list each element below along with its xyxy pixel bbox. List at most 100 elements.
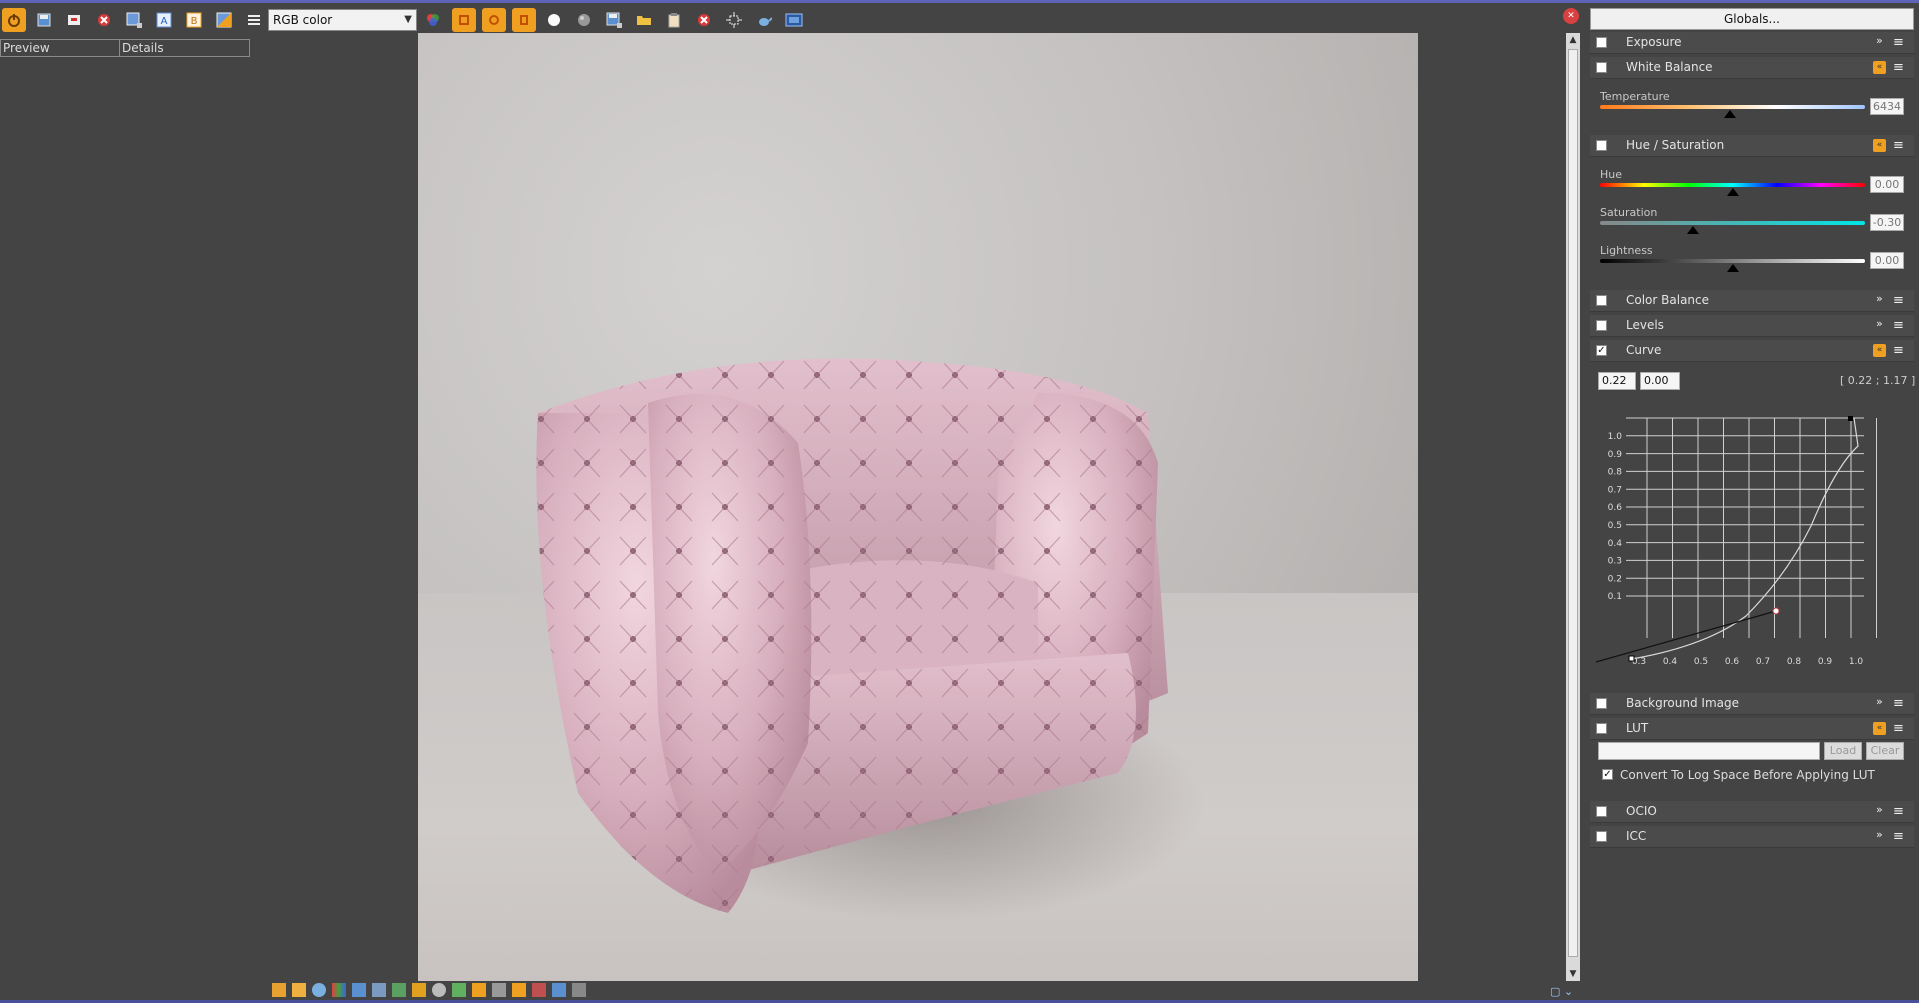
ocio-checkbox[interactable] <box>1596 806 1607 817</box>
section-exposure[interactable]: Exposure » ≡ <box>1590 32 1914 54</box>
menu-icon[interactable]: ≡ <box>1893 696 1904 711</box>
lightness-value-field[interactable]: 0.00 <box>1870 252 1904 269</box>
menu-icon[interactable]: ≡ <box>1893 293 1904 308</box>
history-icon[interactable] <box>292 983 306 997</box>
curve-checkbox[interactable]: ✓ <box>1596 345 1607 356</box>
fit-view-icon[interactable] <box>572 983 586 997</box>
b-icon[interactable]: B <box>182 8 206 32</box>
lut-load-button[interactable]: Load <box>1824 742 1862 760</box>
stop-icon[interactable] <box>692 8 716 32</box>
log-space-checkbox[interactable]: ✓ <box>1602 769 1613 780</box>
film-strip-icon[interactable] <box>272 983 286 997</box>
section-curve[interactable]: ✓ Curve « ≡ <box>1590 340 1914 362</box>
render-icon[interactable] <box>512 8 536 32</box>
saturation-value-field[interactable]: -0.30 <box>1870 214 1904 231</box>
section-color-balance[interactable]: Color Balance » ≡ <box>1590 290 1914 312</box>
expand-icon[interactable]: » <box>1876 695 1883 708</box>
collapse-icon[interactable]: « <box>1873 344 1886 357</box>
region-render-icon[interactable] <box>722 8 746 32</box>
color-balance-checkbox[interactable] <box>1596 295 1607 306</box>
levels-checkbox[interactable] <box>1596 320 1607 331</box>
background-image-checkbox[interactable] <box>1596 698 1607 709</box>
section-lut[interactable]: LUT « ≡ <box>1590 718 1914 740</box>
temperature-slider-handle[interactable] <box>1723 110 1736 118</box>
section-levels[interactable]: Levels » ≡ <box>1590 315 1914 337</box>
ab-split-icon[interactable] <box>512 983 526 997</box>
menu-icon[interactable]: ≡ <box>1893 60 1904 75</box>
compare-icon[interactable] <box>472 983 486 997</box>
corner-toggle-icon[interactable]: ▢ ⌄ <box>1550 985 1573 998</box>
saturation-slider-track[interactable] <box>1600 221 1865 225</box>
temperature-value-field[interactable]: 6434 <box>1870 98 1904 115</box>
region-icon[interactable] <box>122 8 146 32</box>
link-icon[interactable] <box>482 8 506 32</box>
copy-icon[interactable] <box>62 8 86 32</box>
menu-icon[interactable]: ≡ <box>1893 35 1904 50</box>
expand-icon[interactable]: » <box>1876 828 1883 841</box>
section-hue-saturation[interactable]: Hue / Saturation « ≡ <box>1590 135 1914 157</box>
levels-icon[interactable] <box>372 983 386 997</box>
teapot-icon[interactable] <box>752 8 776 32</box>
collapse-icon[interactable]: « <box>1873 139 1886 152</box>
menu-icon[interactable]: ≡ <box>1893 804 1904 819</box>
collapse-icon[interactable]: « <box>1873 722 1886 735</box>
white-balance-checkbox[interactable] <box>1596 62 1607 73</box>
hue-value-field[interactable]: 0.00 <box>1870 176 1904 193</box>
section-ocio[interactable]: OCIO » ≡ <box>1590 801 1914 823</box>
expand-icon[interactable]: » <box>1876 803 1883 816</box>
a-icon[interactable]: A <box>152 8 176 32</box>
lightness-slider-handle[interactable] <box>1726 264 1739 272</box>
curve-control-point[interactable] <box>1772 607 1780 615</box>
curve-point-start[interactable] <box>1628 655 1635 662</box>
exposure-checkbox[interactable] <box>1596 37 1607 48</box>
power-icon[interactable] <box>2 8 26 32</box>
color-corrections-icon[interactable] <box>421 8 445 32</box>
section-white-balance[interactable]: White Balance « ≡ <box>1590 57 1914 79</box>
lut-clear-button[interactable]: Clear <box>1866 742 1904 760</box>
close-render-icon[interactable]: ✕ <box>1563 8 1579 24</box>
menu-icon[interactable]: ≡ <box>1893 343 1904 358</box>
save-image-icon[interactable] <box>602 8 626 32</box>
lightness-slider-track[interactable] <box>1600 259 1865 263</box>
menu-icon[interactable] <box>242 8 266 32</box>
open-folder-icon[interactable] <box>632 8 656 32</box>
ab-compare-icon[interactable] <box>212 8 236 32</box>
menu-icon[interactable]: ≡ <box>1893 721 1904 736</box>
curve-line[interactable] <box>1631 417 1859 660</box>
lens-effects-icon[interactable] <box>392 983 406 997</box>
globals-button[interactable]: Globals... <box>1590 8 1914 30</box>
expand-icon[interactable]: » <box>1876 292 1883 305</box>
lut-file-input[interactable] <box>1598 742 1820 760</box>
clear-icon[interactable] <box>92 8 116 32</box>
collapse-icon[interactable]: « <box>1873 61 1886 74</box>
vertical-split-icon[interactable] <box>552 983 566 997</box>
expand-icon[interactable]: » <box>1876 317 1883 330</box>
track-mouse-icon[interactable] <box>452 8 476 32</box>
temperature-slider-track[interactable] <box>1600 105 1865 109</box>
hue-slider-handle[interactable] <box>1726 188 1739 196</box>
distribute-icon[interactable] <box>492 983 506 997</box>
menu-icon[interactable]: ≡ <box>1893 829 1904 844</box>
expand-icon[interactable]: » <box>1876 34 1883 47</box>
curve-x-input[interactable]: 0.22 <box>1598 372 1636 390</box>
tab-details[interactable]: Details <box>119 39 250 57</box>
scroll-up-icon[interactable]: ▲ <box>1566 33 1580 47</box>
menu-icon[interactable]: ≡ <box>1893 138 1904 153</box>
hue-saturation-checkbox[interactable] <box>1596 140 1607 151</box>
white-circle-icon[interactable] <box>542 8 566 32</box>
viewport-vertical-scrollbar[interactable]: ▲ ▼ <box>1566 33 1580 981</box>
curve-y-input[interactable]: 0.00 <box>1640 372 1680 390</box>
curve-point-end[interactable] <box>1848 416 1853 421</box>
info-icon[interactable] <box>312 983 326 997</box>
saturation-slider-handle[interactable] <box>1686 226 1699 234</box>
rgb-channels-icon[interactable] <box>332 983 346 997</box>
menu-icon[interactable]: ≡ <box>1893 318 1904 333</box>
picture-icon[interactable] <box>452 983 466 997</box>
film-icon[interactable] <box>782 8 806 32</box>
curve-editor[interactable]: 1.0 0.9 0.8 0.7 0.6 0.5 0.4 0.3 0.2 0.1 0.3 0.4 0.5… <box>1596 406 1914 671</box>
scrollbar-thumb[interactable] <box>1568 49 1578 957</box>
gray-circle-icon[interactable] <box>572 8 596 32</box>
scroll-down-icon[interactable]: ▼ <box>1566 967 1580 981</box>
section-icc[interactable]: ICC » ≡ <box>1590 826 1914 848</box>
icc-checkbox[interactable] <box>1596 831 1607 842</box>
